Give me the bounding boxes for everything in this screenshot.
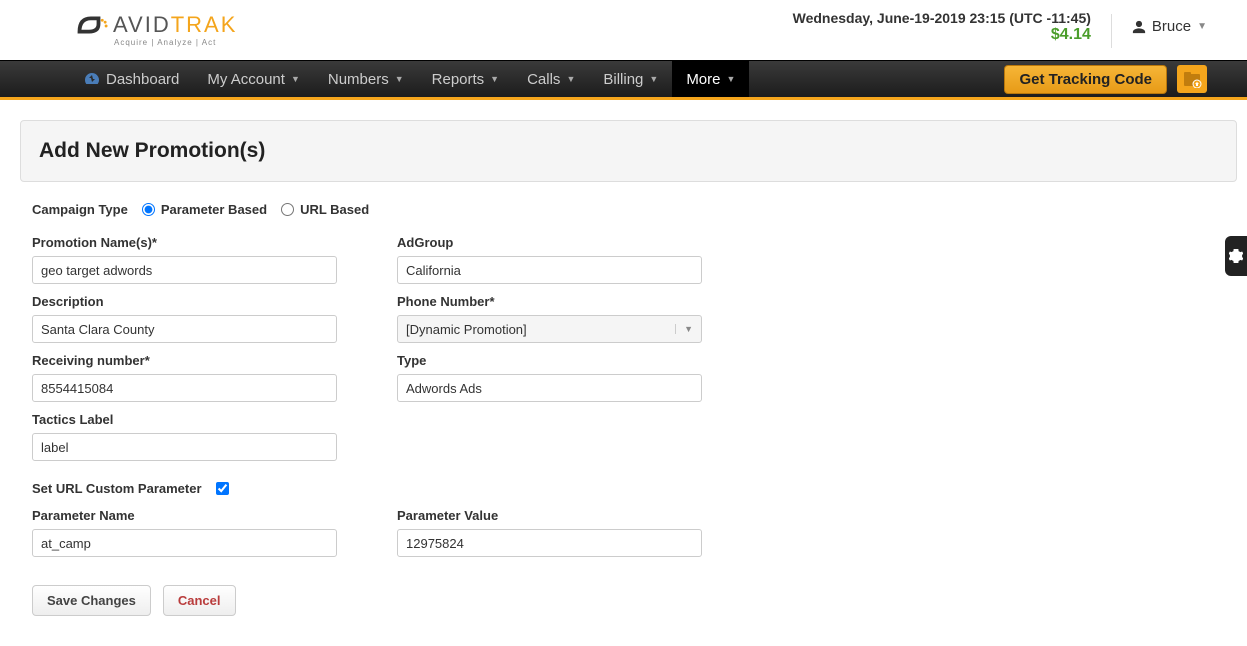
user-name: Bruce	[1152, 18, 1191, 35]
nav-more[interactable]: More▼	[672, 61, 749, 97]
gear-icon	[1229, 249, 1243, 263]
datetime-display: Wednesday, June-19-2019 23:15 (UTC -11:4…	[793, 10, 1091, 26]
phone-number-label: Phone Number*	[397, 294, 702, 309]
set-custom-param-label: Set URL Custom Parameter	[32, 481, 202, 496]
cancel-button[interactable]: Cancel	[163, 585, 236, 616]
home-shortcut-button[interactable]	[1177, 65, 1207, 93]
adgroup-input[interactable]	[397, 256, 702, 284]
user-menu[interactable]: Bruce ▼	[1132, 10, 1207, 35]
phone-number-select[interactable]: [Dynamic Promotion] ▼	[397, 315, 702, 343]
page-title: Add New Promotion(s)	[39, 139, 1218, 163]
caret-icon: ▼	[291, 74, 300, 84]
chevron-down-icon: ▼	[675, 324, 693, 334]
nav-calls[interactable]: Calls▼	[513, 61, 589, 97]
caret-icon: ▼	[649, 74, 658, 84]
caret-icon: ▼	[490, 74, 499, 84]
radio-url-input[interactable]	[281, 203, 294, 216]
logo[interactable]: AVIDTRAK Acquire | Analyze | Act	[70, 10, 237, 47]
radio-parameter-based[interactable]: Parameter Based	[142, 202, 267, 217]
type-input[interactable]	[397, 374, 702, 402]
nav-billing[interactable]: Billing▼	[589, 61, 672, 97]
campaign-type-label: Campaign Type	[32, 202, 128, 217]
nav-dashboard[interactable]: Dashboard	[70, 61, 193, 97]
radio-parameter-input[interactable]	[142, 203, 155, 216]
nav-numbers[interactable]: Numbers▼	[314, 61, 418, 97]
dashboard-icon	[84, 72, 100, 86]
logo-icon	[70, 10, 108, 40]
radio-url-based[interactable]: URL Based	[281, 202, 369, 217]
tactics-label-input[interactable]	[32, 433, 337, 461]
chevron-down-icon: ▼	[1197, 21, 1207, 32]
caret-icon: ▼	[566, 74, 575, 84]
description-label: Description	[32, 294, 337, 309]
adgroup-label: AdGroup	[397, 235, 702, 250]
type-label: Type	[397, 353, 702, 368]
settings-side-tab[interactable]	[1225, 236, 1247, 276]
parameter-value-label: Parameter Value	[397, 508, 702, 523]
receiving-number-input[interactable]	[32, 374, 337, 402]
parameter-name-label: Parameter Name	[32, 508, 337, 523]
caret-icon: ▼	[727, 74, 736, 84]
nav-my-account[interactable]: My Account▼	[193, 61, 313, 97]
nav-reports[interactable]: Reports▼	[418, 61, 513, 97]
balance-display: $4.14	[793, 26, 1091, 44]
folder-home-icon	[1182, 70, 1202, 88]
logo-tagline: Acquire | Analyze | Act	[114, 38, 237, 47]
promotion-name-input[interactable]	[32, 256, 337, 284]
caret-icon: ▼	[395, 74, 404, 84]
tactics-label-label: Tactics Label	[32, 412, 337, 427]
logo-text: AVIDTRAK	[113, 12, 237, 38]
get-tracking-code-button[interactable]: Get Tracking Code	[1004, 65, 1167, 94]
promotion-name-label: Promotion Name(s)*	[32, 235, 337, 250]
save-changes-button[interactable]: Save Changes	[32, 585, 151, 616]
set-custom-param-checkbox[interactable]	[216, 482, 229, 495]
parameter-name-input[interactable]	[32, 529, 337, 557]
description-input[interactable]	[32, 315, 337, 343]
parameter-value-input[interactable]	[397, 529, 702, 557]
user-icon	[1132, 20, 1146, 34]
receiving-number-label: Receiving number*	[32, 353, 337, 368]
divider	[1111, 14, 1112, 48]
